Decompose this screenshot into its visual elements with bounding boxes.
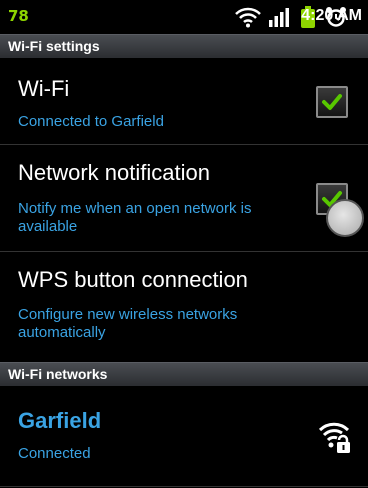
network-ssid: Garfield <box>18 408 102 433</box>
section-title: Wi-Fi networks <box>8 366 108 382</box>
network-notification-title: Network notification <box>18 160 210 185</box>
status-bar: 78 4:20 AM <box>0 0 368 34</box>
network-notification-row[interactable]: Network notification Notify me when an o… <box>0 145 368 251</box>
section-title: Wi-Fi settings <box>8 38 100 54</box>
battery-percent: 78 <box>8 7 29 25</box>
wps-button-connection-row[interactable]: WPS button connection Configure new wire… <box>0 252 368 362</box>
check-icon <box>322 94 342 110</box>
touch-indicator <box>326 199 364 237</box>
clock: 4:20 AM <box>301 7 362 24</box>
wps-title: WPS button connection <box>18 267 248 292</box>
network-notification-summary: Notify me when an open network is availa… <box>18 200 252 235</box>
section-header-wifi-settings: Wi-Fi settings <box>0 34 368 58</box>
wifi-locked-icon <box>318 420 352 458</box>
wifi-icon <box>235 6 261 32</box>
wifi-summary: Connected to Garfield <box>18 113 164 130</box>
wifi-settings-screen: 78 4:20 AM Wi-Fi settings Wi-Fi Connecte… <box>0 0 368 488</box>
network-item-garfield[interactable]: Garfield Connected <box>0 387 368 487</box>
signal-icon <box>268 6 290 32</box>
divider <box>0 486 368 487</box>
wps-summary: Configure new wireless networks automati… <box>18 306 238 341</box>
section-header-wifi-networks: Wi-Fi networks <box>0 362 368 386</box>
wifi-checkbox[interactable] <box>316 86 348 118</box>
wifi-toggle-row[interactable]: Wi-Fi Connected to Garfield <box>0 58 368 144</box>
wifi-title: Wi-Fi <box>18 76 70 101</box>
network-status: Connected <box>18 445 91 462</box>
